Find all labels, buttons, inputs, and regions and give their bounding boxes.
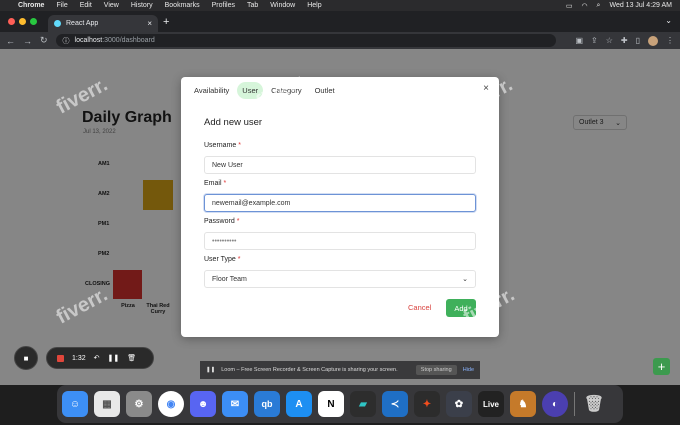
tab-availability[interactable]: Availability [189,82,234,99]
password-field[interactable]: •••••••••• [204,232,476,250]
chrome-icon[interactable]: ◉ [158,391,184,417]
modal-title: Add new user [204,117,263,128]
close-window-button[interactable] [8,18,15,25]
modal-tabs: Availability User Category Outlet [189,82,340,99]
reload-button[interactable]: ↻ [40,35,48,46]
zoom-window-button[interactable] [30,18,37,25]
mac-menubar: Chrome File Edit View History Bookmarks … [0,0,680,11]
url-host: localhost [74,37,103,44]
linear-icon[interactable]: ▰ [350,391,376,417]
address-bar[interactable]: ⓘ localhost:3000/dashboard [55,34,556,47]
password-label: Password * [204,218,240,225]
recorder-controls: 1:32 ↶ ❚❚ 🗑 [46,347,154,369]
game-icon[interactable]: ♞ [510,391,536,417]
menu-edit[interactable]: Edit [80,2,92,9]
arc-icon[interactable]: ◐ [542,391,568,417]
tab-title: React App [66,20,99,27]
sidebar-icon[interactable]: ▯ [636,36,640,45]
new-tab-button[interactable]: + [163,16,169,28]
figma-icon[interactable]: ✦ [414,391,440,417]
vscode-icon[interactable]: ≺ [382,391,408,417]
trash-icon[interactable]: 🗑 [581,391,607,417]
minimize-window-button[interactable] [19,18,26,25]
email-label: Email * [204,180,227,187]
battery-icon[interactable]: ▭ [566,2,573,10]
trash-icon[interactable]: 🗑 [127,354,136,362]
profile-avatar[interactable] [648,35,658,46]
mac-dock: ☺ ▦ ⚙ ◉ ☻ ✉ qb A N ▰ ≺ ✦ ✿ Live ♞ ◐ 🗑 [57,385,623,423]
pause-icon[interactable]: ❚❚ [108,354,120,362]
tab-user[interactable]: User [237,82,264,99]
usertype-value: Floor Team [212,275,247,283]
usertype-label: User Type * [204,256,241,263]
status-icons: ▭ ◠ ⌕ Wed 13 Jul 4:29 AM [566,2,672,10]
app-store-icon[interactable]: A [286,391,312,417]
menu-file[interactable]: File [56,2,67,9]
menu-window[interactable]: Window [270,2,295,9]
add-user-modal: Availability User Category Outlet × Add … [181,77,499,337]
close-tab-icon[interactable]: × [147,19,152,28]
add-button[interactable]: Add [446,299,476,317]
extensions-icon[interactable]: ✚ [621,36,628,45]
toolbar-actions: ▣ ⇪ ☆ ✚ ▯ ⋮ [575,35,674,46]
menu-app[interactable]: Chrome [18,2,44,9]
browser-tab[interactable]: React App × [48,15,158,32]
tab-outlet[interactable]: Outlet [310,82,340,99]
hide-button[interactable]: Hide [463,367,474,373]
pause-share-icon: ❚❚ [206,367,216,373]
undo-icon[interactable]: ↶ [94,354,100,362]
wifi-icon[interactable]: ◠ [581,2,587,10]
share-icon[interactable]: ⇪ [591,36,598,45]
stop-sharing-button[interactable]: Stop sharing [415,365,457,375]
add-fab-button[interactable]: + [653,358,670,375]
camera-icon[interactable]: ▣ [575,36,583,45]
username-field[interactable]: New User [204,156,476,174]
chrome-menu-icon[interactable]: ⋮ [666,36,674,45]
cancel-button[interactable]: Cancel [408,303,431,312]
usertype-select[interactable]: Floor Team ⌄ [204,270,476,288]
screen-sharing-bar: ❚❚ Loom – Free Screen Recorder & Screen … [200,361,480,379]
recording-time: 1:32 [72,354,86,362]
bookmark-star-icon[interactable]: ☆ [606,36,613,45]
back-button[interactable]: ← [6,36,15,46]
info-icon[interactable]: ⓘ [63,36,70,46]
dock-separator [574,392,575,416]
chevron-down-icon: ⌄ [462,276,468,283]
url-path: :3000/dashboard [102,37,155,44]
search-icon[interactable]: ⌕ [597,2,601,10]
username-label: Username * [204,142,241,149]
chrome-toolbar: ← → ↻ ⓘ localhost:3000/dashboard ▣ ⇪ ☆ ✚… [0,32,680,49]
tab-category[interactable]: Category [266,82,306,99]
chrome-tabbar: React App × + ⌄ [0,11,680,32]
menu-history[interactable]: History [131,2,153,9]
menu-profiles[interactable]: Profiles [212,2,235,9]
launchpad-icon[interactable]: ▦ [94,391,120,417]
menu-view[interactable]: View [104,2,119,9]
window-controls [8,18,37,25]
finder-icon[interactable]: ☺ [62,391,88,417]
email-field[interactable]: newemail@example.com [204,194,476,212]
tab-search-chevron-icon[interactable]: ⌄ [665,16,672,25]
stop-recording-icon[interactable] [57,354,64,362]
davinci-resolve-icon[interactable]: ✿ [446,391,472,417]
close-icon[interactable]: × [483,83,489,94]
discord-icon[interactable]: ☻ [190,391,216,417]
qbittorrent-icon[interactable]: qb [254,391,280,417]
menu-help[interactable]: Help [307,2,321,9]
sharing-message: Loom – Free Screen Recorder & Screen Cap… [221,367,398,373]
mail-icon[interactable]: ✉ [222,391,248,417]
datetime[interactable]: Wed 13 Jul 4:29 AM [609,2,672,9]
camera-icon: ■ [23,353,29,363]
recorder-camera-button[interactable]: ■ [14,346,38,370]
react-icon [54,20,61,27]
notion-icon[interactable]: N [318,391,344,417]
ableton-live-icon[interactable]: Live [478,391,504,417]
forward-button[interactable]: → [23,36,32,46]
menu-tab[interactable]: Tab [247,2,258,9]
system-preferences-icon[interactable]: ⚙ [126,391,152,417]
menu-bookmarks[interactable]: Bookmarks [165,2,200,9]
